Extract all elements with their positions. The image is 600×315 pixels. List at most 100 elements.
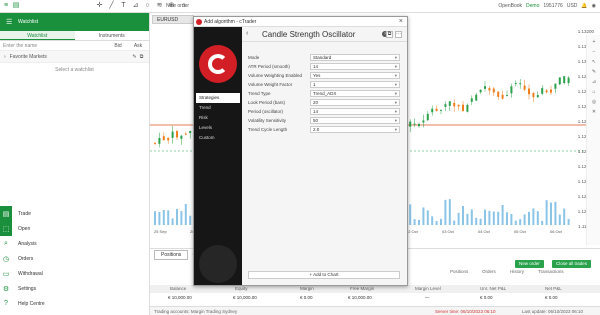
nav-label: Open: [18, 225, 31, 232]
volume-bar: [532, 208, 535, 225]
line-icon[interactable]: ╱: [108, 2, 115, 10]
volume-bar: [444, 199, 447, 225]
cursor-icon[interactable]: ↖: [590, 59, 598, 65]
candle-body: [462, 104, 464, 111]
candle-body: [466, 104, 469, 112]
order-filter: Positions Orders History Transactions: [450, 269, 580, 276]
parameter-value-field[interactable]: Yes ▾: [310, 72, 400, 79]
tab-instruments[interactable]: Instruments: [75, 31, 150, 40]
volume-bar: [554, 201, 557, 225]
nav-open[interactable]: ⬚ Open: [0, 221, 150, 236]
favorites-row[interactable]: › Favorite Markets ✎ ⧉: [0, 51, 149, 63]
crosshair-icon[interactable]: ✛: [96, 2, 103, 10]
edit-icon[interactable]: ✎: [131, 54, 138, 60]
watchlist-empty-message: Select a watchlist: [55, 67, 94, 73]
sidebar-nav: ▤ Trade ⬚ Open ⌕ Analysis ◷ Orders ▭ Wit…: [0, 206, 150, 311]
volume-bar: [550, 202, 552, 225]
account-type[interactable]: Demo: [526, 3, 539, 9]
nav-orders[interactable]: ◷ Orders: [0, 251, 150, 266]
nav-trade[interactable]: ▤ Trade: [0, 206, 150, 221]
measure-icon[interactable]: ⊿: [132, 2, 139, 10]
time-tick-label: 06 Oct: [550, 229, 562, 234]
volume-bar: [497, 211, 500, 225]
lock-icon[interactable]: ⌂: [590, 89, 598, 95]
candle-body: [409, 121, 412, 127]
candle-body: [440, 109, 442, 111]
candle-body: [523, 85, 526, 90]
close-icon[interactable]: ×: [399, 17, 403, 27]
volume-bar: [558, 214, 561, 225]
volume-bar: [180, 211, 183, 225]
nav-help[interactable]: ? Help Centre: [0, 296, 150, 311]
chevron-down-icon: ▾: [394, 109, 397, 114]
volume-bar: [435, 220, 438, 225]
parameter-value-field[interactable]: Standard ▾: [310, 54, 400, 61]
candle-body: [510, 86, 513, 94]
trash-icon[interactable]: ✕: [590, 109, 598, 115]
menu-item-trend[interactable]: Trend: [196, 103, 240, 113]
dialog-sidebar: Strategies Trend Risk Levels Custom: [194, 27, 242, 285]
menu-item-custom[interactable]: Custom: [196, 133, 240, 143]
menu-item-levels[interactable]: Levels: [196, 123, 240, 133]
parameter-value-field[interactable]: 1 ▾: [310, 81, 400, 88]
menu-item-risk[interactable]: Risk: [196, 113, 240, 123]
parameter-value-field[interactable]: Trend_ADX ▾: [310, 90, 400, 97]
parameter-value-field[interactable]: 20 ▾: [310, 99, 400, 106]
filter-transactions[interactable]: Transactions: [538, 269, 564, 274]
expand-icon[interactable]: ⧉: [138, 54, 145, 60]
volume-bar: [563, 208, 566, 225]
ruler-icon[interactable]: ⊿: [590, 79, 598, 85]
indicator-title: Candle Strength Oscillator: [262, 30, 356, 39]
volume-bar: [462, 206, 464, 225]
menu-item-strategies[interactable]: Strategies: [196, 93, 240, 103]
nav-settings[interactable]: ⚙ Settings: [0, 281, 150, 296]
search-input[interactable]: Enter the name: [3, 43, 106, 49]
nav-analysis[interactable]: ⌕ Analysis: [0, 236, 150, 251]
parameter-value-field[interactable]: 14 ▾: [310, 63, 400, 70]
new-order-label[interactable]: New order: [166, 3, 189, 9]
text-icon[interactable]: T: [120, 2, 127, 10]
parameter-value-field[interactable]: 14 ▾: [310, 108, 400, 115]
minus-icon[interactable]: −: [590, 49, 598, 55]
chevron-right-icon[interactable]: ›: [4, 54, 6, 60]
close-all-button[interactable]: Close all trades: [552, 260, 592, 268]
col-margin: Margin: [300, 286, 314, 291]
parameter-value-field[interactable]: 50 ▾: [310, 117, 400, 124]
status-bar: Trading accounts: Margin Trading Sydney …: [150, 306, 600, 315]
positions-tab[interactable]: Positions: [154, 250, 189, 260]
open-icon: ⬚: [0, 221, 12, 236]
dialog-menu: Strategies Trend Risk Levels Custom: [196, 93, 240, 143]
candle-body: [501, 94, 504, 99]
filter-history[interactable]: History: [510, 269, 524, 274]
tab-watchlist[interactable]: Watchlist: [0, 31, 75, 40]
volume-bar: [470, 209, 473, 225]
fib-icon[interactable]: ≋: [156, 2, 163, 10]
add-to-chart-button[interactable]: + Add to Chart: [248, 271, 400, 279]
chevron-down-icon: ▾: [394, 55, 397, 60]
volume-bar: [453, 220, 456, 225]
pencil-icon[interactable]: ✎: [590, 69, 598, 75]
platform-name[interactable]: OpenBook: [498, 3, 522, 9]
filter-orders[interactable]: Orders: [482, 269, 496, 274]
candle-body: [484, 86, 486, 89]
nav-label: Settings: [18, 285, 37, 292]
menu-icon[interactable]: ≡: [2, 2, 10, 10]
candle-body: [448, 101, 451, 106]
plus-icon[interactable]: +: [590, 39, 598, 45]
candle-body: [435, 108, 438, 111]
filter-positions[interactable]: Positions: [450, 269, 468, 274]
parameter-label: Period (oscillator): [248, 109, 284, 114]
new-order-button[interactable]: New order: [515, 260, 544, 268]
eye-icon[interactable]: ◎: [590, 99, 598, 105]
copy-icon[interactable]: ⧉: [386, 31, 393, 38]
bell-icon[interactable]: 🔔: [581, 3, 587, 9]
nav-withdrawal[interactable]: ▭ Withdrawal: [0, 266, 150, 281]
more-icon[interactable]: ⋯: [395, 31, 402, 38]
back-arrow-icon[interactable]: ‹: [246, 30, 248, 37]
user-icon[interactable]: ◉: [592, 3, 596, 9]
layout-icon[interactable]: ▤: [12, 2, 20, 10]
candle-body: [453, 102, 456, 107]
parameter-value-field[interactable]: 2.0 ▾: [310, 126, 400, 133]
shape-icon[interactable]: ○: [144, 2, 151, 10]
favorites-label: Favorite Markets: [9, 53, 47, 60]
